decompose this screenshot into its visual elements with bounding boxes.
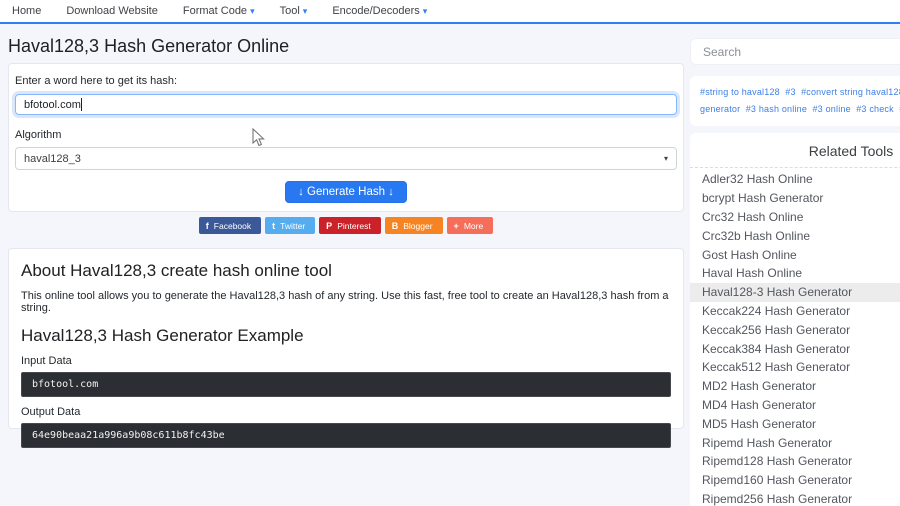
related-tool-link[interactable]: Ripemd128 Hash Generator [690,452,900,471]
related-tool-link[interactable]: MD4 Hash Generator [690,396,900,415]
share-button[interactable]: P Pinterest [319,217,381,234]
about-text: This online tool allows you to generate … [21,290,671,314]
plus-icon: + [454,221,459,231]
sidebar: #string to haval128 #3 #convert string h… [690,38,900,506]
related-tool-link[interactable]: Keccak256 Hash Generator [690,320,900,339]
tag-links-line-2[interactable]: generator #3 hash online #3 online #3 ch… [700,101,900,118]
nav-item-label: Tool [280,5,300,17]
related-tool-link[interactable]: Keccak512 Hash Generator [690,358,900,377]
share-button-label: Facebook [214,221,251,231]
related-tool-link[interactable]: Ripemd256 Hash Generator [690,490,900,506]
share-button-label: Blogger [403,221,432,231]
share-buttons-row: f Facebook t Twitter P Pinterest B Blogg… [8,217,684,234]
input-data-block: bfotool.com [21,372,671,397]
caret-down-icon: ▾ [423,6,428,16]
caret-down-icon: ▾ [250,6,255,16]
related-tool-link[interactable]: Ripemd160 Hash Generator [690,471,900,490]
related-tool-link[interactable]: Ripemd Hash Generator [690,433,900,452]
share-button[interactable]: + More [447,217,494,234]
nav-item-label: Download Website [66,5,158,17]
related-tool-link[interactable]: Crc32b Hash Online [690,226,900,245]
caret-down-icon: ▾ [303,6,308,16]
hash-input-wrap [15,94,677,115]
nav-item[interactable]: Tool▾ [280,5,308,17]
related-tool-link[interactable]: bcrypt Hash Generator [690,189,900,208]
mouse-pointer-icon [252,128,265,147]
output-data-label: Output Data [21,406,671,418]
arrow-down-icon: ↓ [388,186,394,198]
nav-item[interactable]: Format Code▾ [183,5,255,17]
tags-card: #string to haval128 #3 #convert string h… [690,76,900,126]
nav-items: Home Download Website Format Code▾ Tool▾… [12,5,427,17]
algorithm-label: Algorithm [15,129,677,141]
top-navbar: Home Download Website Format Code▾ Tool▾… [0,0,900,24]
share-button[interactable]: t Twitter [265,217,315,234]
share-button[interactable]: B Blogger [385,217,443,234]
related-tool-link[interactable]: Keccak224 Hash Generator [690,302,900,321]
hash-input-label: Enter a word here to get its hash: [15,75,677,87]
tag-links-line-1[interactable]: #string to haval128 #3 #convert string h… [700,84,900,101]
generate-hash-button[interactable]: ↓ Generate Hash ↓ [285,181,406,203]
page-title: Haval128,3 Hash Generator Online [8,36,289,57]
search-input[interactable] [690,38,900,65]
nav-item-label: Encode/Decoders [332,5,419,17]
pinterest-icon: P [326,221,332,231]
share-button-label: Pinterest [337,221,371,231]
related-tool-link[interactable]: Gost Hash Online [690,245,900,264]
algorithm-selected-value: haval128_3 [24,153,81,165]
hash-input[interactable] [15,94,677,115]
caret-down-icon: ▾ [664,154,668,163]
nav-item[interactable]: Encode/Decoders ▾ [332,5,427,17]
about-heading: About Haval128,3 create hash online tool [21,261,671,281]
arrow-down-icon: ↓ [298,186,304,198]
generate-button-row: ↓ Generate Hash ↓ [15,181,677,203]
share-button-label: Twitter [280,221,305,231]
share-button-label: More [464,221,483,231]
nav-item-label: Format Code [183,5,247,17]
related-tool-link[interactable]: Haval Hash Online [690,264,900,283]
twitter-icon: t [272,221,275,231]
related-tool-link[interactable]: Adler32 Hash Online [690,170,900,189]
output-data-block: 64e90beaa21a996a9b08c611b8fc43be [21,423,671,448]
related-tool-link[interactable]: Keccak384 Hash Generator [690,339,900,358]
blogger-icon: B [392,221,399,231]
related-tool-link[interactable]: Haval128-3 Hash Generator [690,283,900,302]
algorithm-select[interactable]: haval128_3 ▾ [15,147,677,170]
related-tools-list: Adler32 Hash Onlinebcrypt Hash Generator… [690,170,900,506]
related-tool-link[interactable]: MD5 Hash Generator [690,414,900,433]
related-tool-link[interactable]: MD2 Hash Generator [690,377,900,396]
example-heading: Haval128,3 Hash Generator Example [21,326,671,346]
text-cursor [81,98,82,111]
generate-hash-label: Generate Hash [307,186,385,198]
related-tools-card: Related Tools Adler32 Hash Onlinebcrypt … [690,133,900,506]
nav-item[interactable]: Home [12,5,41,17]
about-card: About Haval128,3 create hash online tool… [8,248,684,429]
input-data-label: Input Data [21,355,671,367]
hash-form-card: Enter a word here to get its hash: Algor… [8,63,684,212]
share-button[interactable]: f Facebook [199,217,261,234]
nav-item[interactable]: Download Website [66,5,158,17]
related-tool-link[interactable]: Crc32 Hash Online [690,208,900,227]
nav-item-label: Home [12,5,41,17]
facebook-icon: f [206,221,209,231]
related-tools-title: Related Tools [690,139,900,168]
